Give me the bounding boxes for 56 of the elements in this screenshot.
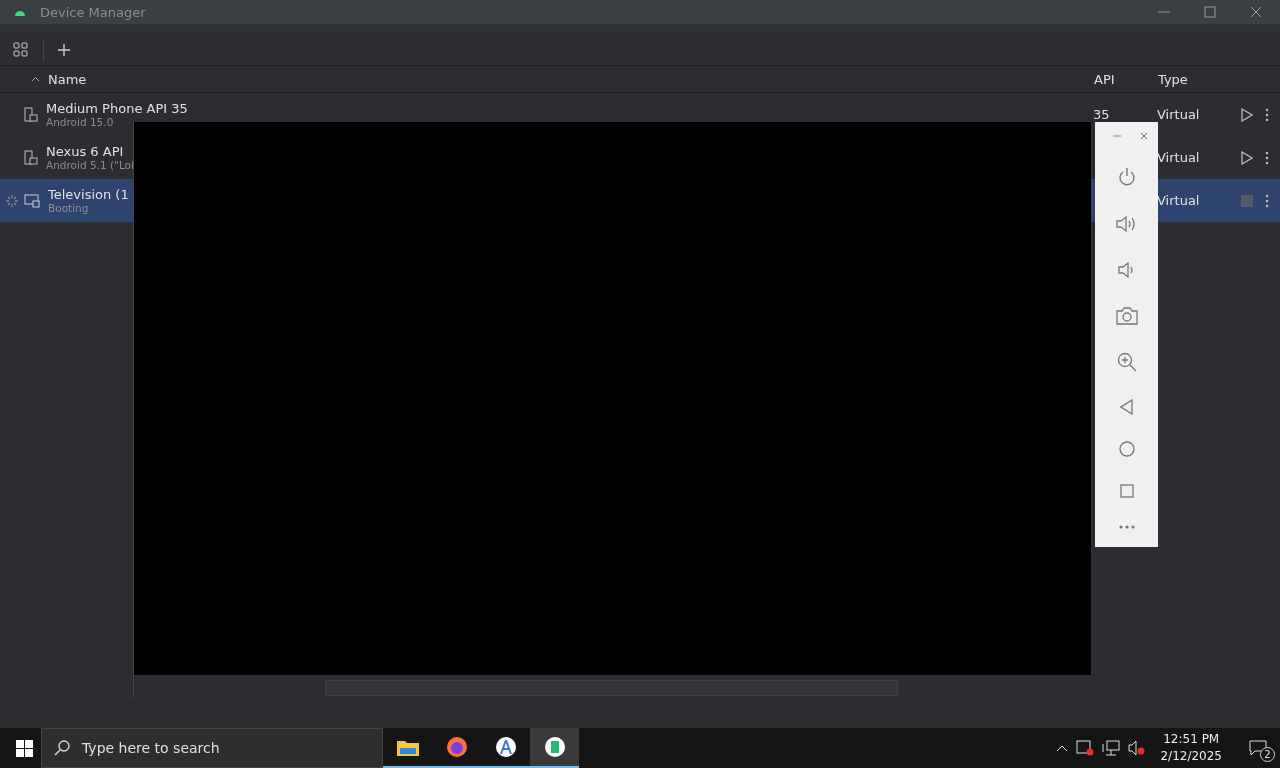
more-icon[interactable] — [1265, 150, 1269, 165]
emulator-app-icon — [543, 736, 566, 758]
play-icon[interactable] — [1241, 150, 1253, 165]
clock-date[interactable]: 2/12/2025 — [1160, 748, 1222, 765]
phone-icon — [24, 106, 38, 123]
android-icon — [14, 8, 26, 16]
tv-icon — [24, 193, 40, 208]
column-header[interactable]: Name — [48, 71, 1094, 87]
device-row[interactable]: Medium Phone API 35 Android 15.0 35 Virtual — [0, 93, 1280, 136]
firefox-icon — [445, 736, 468, 758]
device-name: Nexus 6 API — [46, 144, 125, 159]
more-icon[interactable] — [1265, 107, 1269, 122]
volume-down-icon[interactable] — [1117, 260, 1136, 281]
device-subtitle: Android 15.0 — [46, 116, 115, 128]
close-icon[interactable] — [1140, 132, 1148, 140]
mute-icon[interactable] — [1128, 740, 1147, 756]
network-icon[interactable] — [1102, 740, 1121, 756]
taskbar-app[interactable] — [530, 728, 579, 768]
compass-icon — [494, 736, 517, 758]
chevron-up-icon[interactable] — [1056, 744, 1069, 752]
back-icon[interactable] — [1119, 398, 1134, 415]
close-icon[interactable] — [1250, 6, 1262, 18]
window-title: Device Manager — [40, 4, 146, 20]
phone-icon — [24, 149, 38, 166]
device-row[interactable]: Nexus 6 API Android 5.1 ("Loi Virtual — [0, 136, 1280, 179]
notifications-button[interactable]: 2 — [1236, 728, 1280, 768]
maximize-icon[interactable] — [1204, 6, 1216, 18]
device-subtitle: Android 5.1 ("Loi — [46, 159, 135, 171]
device-type: Virtual — [1157, 107, 1201, 122]
grid-icon[interactable] — [13, 41, 29, 58]
search-field[interactable]: Type here to search — [41, 728, 383, 768]
notification-count: 2 — [1260, 747, 1275, 762]
power-icon[interactable] — [1116, 166, 1137, 187]
column-header[interactable]: Type — [1158, 71, 1280, 87]
api-level: 35 — [1093, 107, 1111, 122]
more-icon[interactable] — [1265, 193, 1269, 208]
search-icon — [54, 740, 70, 756]
folder-icon — [396, 738, 419, 756]
add-icon[interactable] — [58, 43, 70, 56]
windows-icon[interactable] — [16, 739, 33, 757]
zoom-in-icon[interactable] — [1116, 351, 1137, 372]
home-icon[interactable] — [1118, 441, 1135, 458]
camera-icon[interactable] — [1115, 307, 1138, 326]
loading-icon — [6, 194, 18, 207]
message-icon — [1249, 740, 1267, 756]
more-icon[interactable] — [1117, 524, 1136, 529]
device-type: Virtual — [1157, 150, 1201, 165]
sort-icon[interactable] — [31, 76, 40, 82]
column-header[interactable]: API — [1094, 71, 1158, 87]
device-type: Virtual — [1157, 193, 1201, 208]
play-icon[interactable] — [1241, 107, 1253, 122]
device-subtitle: Booting — [48, 202, 90, 214]
clock-time[interactable]: 12:51 PM — [1163, 731, 1220, 748]
volume-up-icon[interactable] — [1115, 213, 1138, 234]
device-name: Television (1 — [48, 187, 130, 202]
device-name: Medium Phone API 35 — [46, 101, 189, 116]
